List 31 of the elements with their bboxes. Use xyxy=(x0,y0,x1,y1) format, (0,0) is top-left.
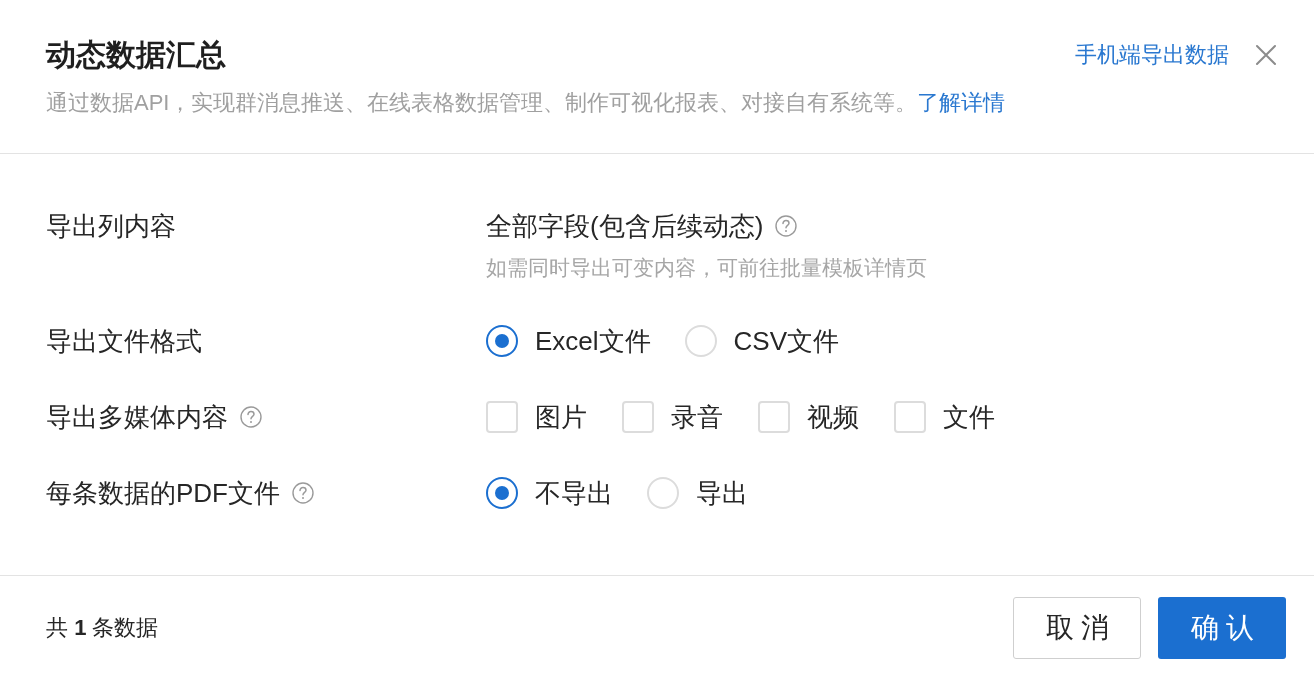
checkbox-option[interactable]: 录音 xyxy=(622,399,723,435)
checkbox-option[interactable]: 视频 xyxy=(758,399,859,435)
checkbox-option[interactable]: 文件 xyxy=(894,399,995,435)
checkbox[interactable] xyxy=(486,401,518,433)
field-label: 导出多媒体内容 xyxy=(46,401,228,434)
radio-option[interactable]: CSV文件 xyxy=(684,323,840,359)
dialog-description: 通过数据API，实现群消息推送、在线表格数据管理、制作可视化报表、对接自有系统等。了解详情 xyxy=(46,89,1006,117)
radio-option[interactable]: 不导出 xyxy=(486,475,613,511)
checkbox-option[interactable]: 图片 xyxy=(486,399,587,435)
radio-option[interactable]: Excel文件 xyxy=(486,323,651,359)
confirm-button[interactable]: 确认 xyxy=(1158,597,1286,659)
record-count: 共 1 条数据 xyxy=(46,614,159,642)
dialog-title: 动态数据汇总 xyxy=(46,37,226,73)
help-icon[interactable] xyxy=(775,215,798,237)
radio-option[interactable]: 导出 xyxy=(647,475,748,511)
checkbox[interactable] xyxy=(758,401,790,433)
checkbox[interactable] xyxy=(894,401,926,433)
radio-button[interactable] xyxy=(486,325,518,357)
checkbox[interactable] xyxy=(622,401,654,433)
close-icon[interactable] xyxy=(1255,44,1277,66)
help-icon[interactable] xyxy=(292,482,314,504)
mobile-export-link[interactable]: 手机端导出数据 xyxy=(1075,40,1229,70)
field-hint: 如需同时导出可变内容，可前往批量模板详情页 xyxy=(486,255,927,281)
cancel-button[interactable]: 取消 xyxy=(1013,597,1141,659)
field-value: 全部字段(包含后续动态) xyxy=(486,210,764,243)
help-icon[interactable] xyxy=(240,406,262,428)
field-label: 导出文件格式 xyxy=(46,325,202,358)
field-label: 导出列内容 xyxy=(46,210,176,243)
radio-button[interactable] xyxy=(486,477,518,509)
learn-more-link[interactable]: 了解详情 xyxy=(917,90,1006,115)
field-label: 每条数据的PDF文件 xyxy=(46,477,280,510)
